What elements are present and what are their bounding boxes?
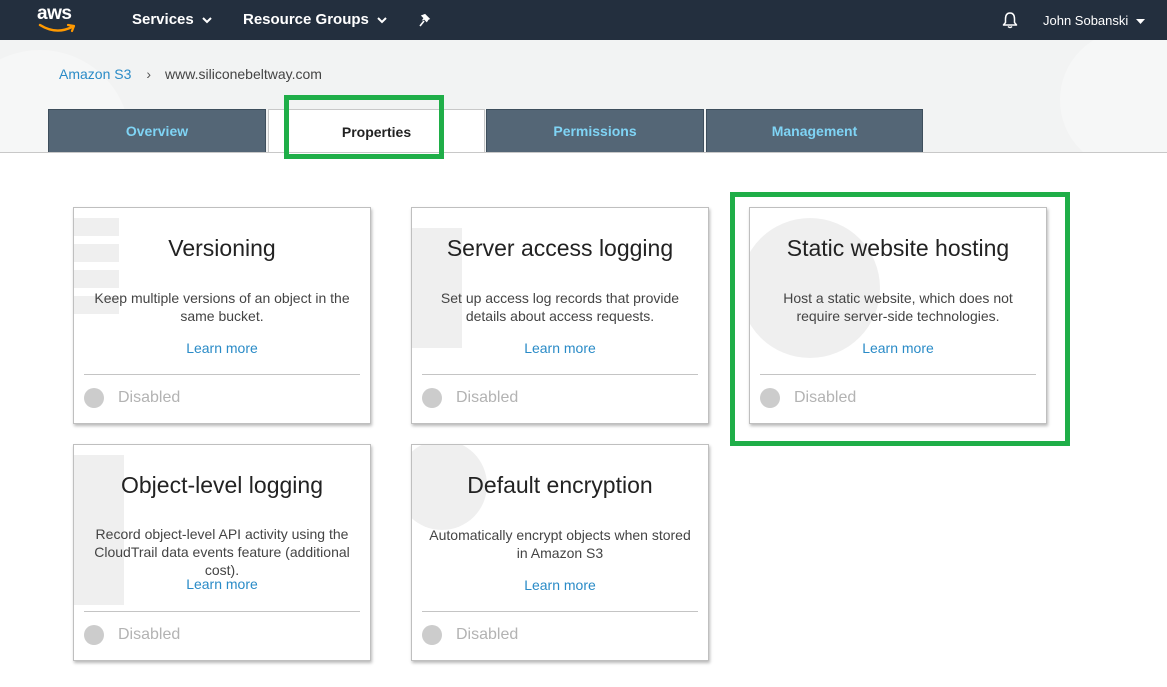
static-website-hosting-card[interactable]: Static website hosting Host a static web… xyxy=(749,207,1047,424)
card-description: Host a static website, which does not re… xyxy=(783,290,1013,324)
resource-groups-label: Resource Groups xyxy=(243,11,369,28)
card-description: Keep multiple versions of an object in t… xyxy=(94,290,350,324)
caret-down-icon xyxy=(1136,18,1146,24)
tabs-divider xyxy=(0,152,1167,153)
pin-icon[interactable] xyxy=(419,12,435,28)
aws-smile-icon xyxy=(38,23,76,33)
learn-more-link[interactable]: Learn more xyxy=(750,339,1046,357)
chevron-down-icon xyxy=(202,16,212,23)
status-label: Disabled xyxy=(118,389,181,406)
aws-logo-text: aws xyxy=(37,3,72,24)
aws-logo[interactable]: aws xyxy=(37,4,81,36)
status-toggle[interactable] xyxy=(84,388,104,408)
card-title: Versioning xyxy=(168,235,276,261)
learn-more-link[interactable]: Learn more xyxy=(74,575,370,593)
breadcrumb-amazon-s3[interactable]: Amazon S3 xyxy=(59,66,131,82)
card-description: Automatically encrypt objects when store… xyxy=(429,527,691,561)
status-toggle[interactable] xyxy=(84,625,104,645)
card-divider xyxy=(422,374,698,375)
status-label: Disabled xyxy=(456,626,519,643)
card-title: Object-level logging xyxy=(120,472,323,498)
services-menu[interactable]: Services xyxy=(132,10,212,30)
tab-properties[interactable]: Properties xyxy=(268,109,485,153)
breadcrumb-separator: › xyxy=(146,66,152,82)
user-name: John Sobanski xyxy=(1043,13,1129,28)
card-description: Set up access log records that provide d… xyxy=(440,290,680,324)
status-toggle[interactable] xyxy=(760,388,780,408)
tab-management[interactable]: Management xyxy=(706,109,923,152)
card-divider xyxy=(84,374,360,375)
card-title: Static website hosting xyxy=(786,235,1010,261)
services-label: Services xyxy=(132,11,194,28)
breadcrumb: Amazon S3 › www.siliconebeltway.com xyxy=(59,65,322,83)
card-description: Record object-level API activity using t… xyxy=(94,526,350,578)
status-label: Disabled xyxy=(118,626,181,643)
learn-more-link[interactable]: Learn more xyxy=(74,339,370,357)
status-label: Disabled xyxy=(794,389,857,406)
card-divider xyxy=(84,611,360,612)
tab-permissions[interactable]: Permissions xyxy=(486,109,704,152)
resource-groups-menu[interactable]: Resource Groups xyxy=(243,10,387,30)
status-label: Disabled xyxy=(456,389,519,406)
learn-more-link[interactable]: Learn more xyxy=(412,339,708,357)
chevron-down-icon xyxy=(377,16,387,23)
card-divider xyxy=(760,374,1036,375)
server-access-logging-card[interactable]: Server access logging Set up access log … xyxy=(411,207,709,424)
default-encryption-card[interactable]: Default encryption Automatically encrypt… xyxy=(411,444,709,661)
user-menu[interactable]: John Sobanski xyxy=(1043,12,1146,30)
top-navigation-bar: aws Services Resource Groups John Sobans… xyxy=(0,0,1167,40)
card-title: Default encryption xyxy=(467,472,653,498)
object-level-logging-card[interactable]: Object-level logging Record object-level… xyxy=(73,444,371,661)
bell-icon[interactable] xyxy=(1001,11,1019,29)
breadcrumb-bucket-name: www.siliconebeltway.com xyxy=(165,66,322,82)
status-toggle[interactable] xyxy=(422,625,442,645)
tab-overview[interactable]: Overview xyxy=(48,109,266,152)
card-title: Server access logging xyxy=(446,235,674,261)
versioning-card[interactable]: Versioning Keep multiple versions of an … xyxy=(73,207,371,424)
learn-more-link[interactable]: Learn more xyxy=(412,576,708,594)
card-divider xyxy=(422,611,698,612)
status-toggle[interactable] xyxy=(422,388,442,408)
